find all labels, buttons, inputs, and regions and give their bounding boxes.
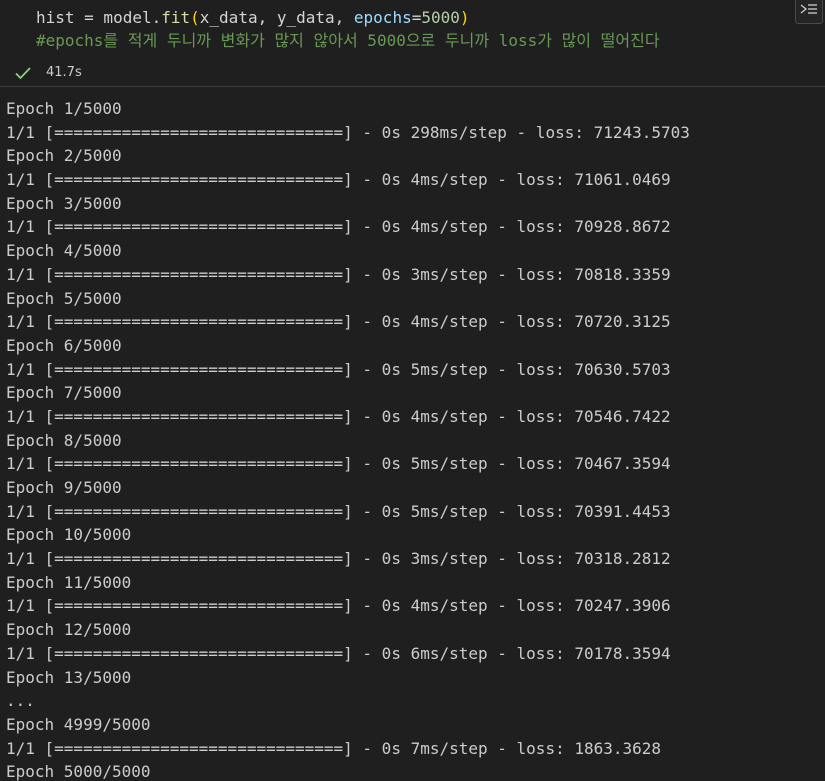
code-line-comment[interactable]: #epochs를 적게 두니까 변화가 많지 않아서 5000으로 두니까 lo… [36, 30, 660, 52]
cell-output[interactable]: Epoch 1/5000 1/1 [=======================… [6, 97, 825, 781]
output-line: 1/1 [==============================] - 0… [6, 406, 671, 426]
code-paren-close: ) [459, 8, 470, 27]
cell-execution-status: 41.7s [0, 60, 825, 86]
output-line: 1/1 [==============================] - 0… [6, 312, 671, 332]
notebook-cell: hist = model.fit(x_data, y_data, epochs=… [0, 0, 825, 781]
code-kwarg-epochs: epochs [353, 8, 412, 27]
output-line: 1/1 [==============================] - 0… [6, 549, 671, 569]
output-line: 1/1 [==============================] - 0… [6, 501, 671, 521]
output-line: Epoch 6/5000 [6, 335, 122, 355]
output-line: Epoch 7/5000 [6, 383, 122, 403]
output-line: Epoch 11/5000 [6, 572, 132, 592]
code-equals: = [411, 8, 422, 27]
output-line: ... [6, 691, 35, 711]
output-line: 1/1 [==============================] - 0… [6, 454, 671, 474]
output-line: 1/1 [==============================] - 0… [6, 738, 662, 758]
code-var-hist: hist [36, 8, 75, 27]
code-assign: = model. [74, 8, 162, 27]
output-line: Epoch 2/5000 [6, 146, 122, 166]
output-line: 1/1 [==============================] - 0… [6, 643, 671, 663]
code-num-5000: 5000 [421, 8, 460, 27]
output-line: Epoch 8/5000 [6, 430, 122, 450]
output-line: Epoch 13/5000 [6, 667, 132, 687]
output-line: 1/1 [==============================] - 0… [6, 217, 671, 237]
output-line: 1/1 [==============================] - 0… [6, 170, 671, 190]
output-line: 1/1 [==============================] - 0… [6, 264, 671, 284]
output-line: Epoch 5000/5000 [6, 762, 151, 781]
code-line-fit[interactable]: hist = model.fit(x_data, y_data, epochs=… [36, 7, 470, 29]
output-line: Epoch 1/5000 [6, 99, 122, 118]
output-line: Epoch 12/5000 [6, 620, 132, 640]
cell-output-toolbar-icon[interactable] [795, 0, 823, 24]
output-line: Epoch 4999/5000 [6, 714, 151, 734]
output-line: 1/1 [==============================] - 0… [6, 359, 671, 379]
code-args: x_data, y_data, [199, 8, 354, 27]
output-line: Epoch 4/5000 [6, 241, 122, 261]
cell-divider [0, 86, 825, 87]
code-fn-fit: fit [161, 8, 191, 27]
output-line: Epoch 9/5000 [6, 478, 122, 497]
output-line: Epoch 10/5000 [6, 525, 132, 545]
list-output-icon [800, 4, 817, 14]
code-cell-editor[interactable]: hist = model.fit(x_data, y_data, epochs=… [0, 0, 825, 58]
code-paren-open: ( [190, 8, 200, 27]
check-icon [15, 67, 31, 80]
output-line: Epoch 5/5000 [6, 288, 122, 308]
output-line: 1/1 [==============================] - 0… [6, 596, 671, 616]
output-line: Epoch 3/5000 [6, 193, 122, 213]
execution-time: 41.7s [46, 65, 82, 80]
output-line: 1/1 [==============================] - 0… [6, 122, 690, 142]
